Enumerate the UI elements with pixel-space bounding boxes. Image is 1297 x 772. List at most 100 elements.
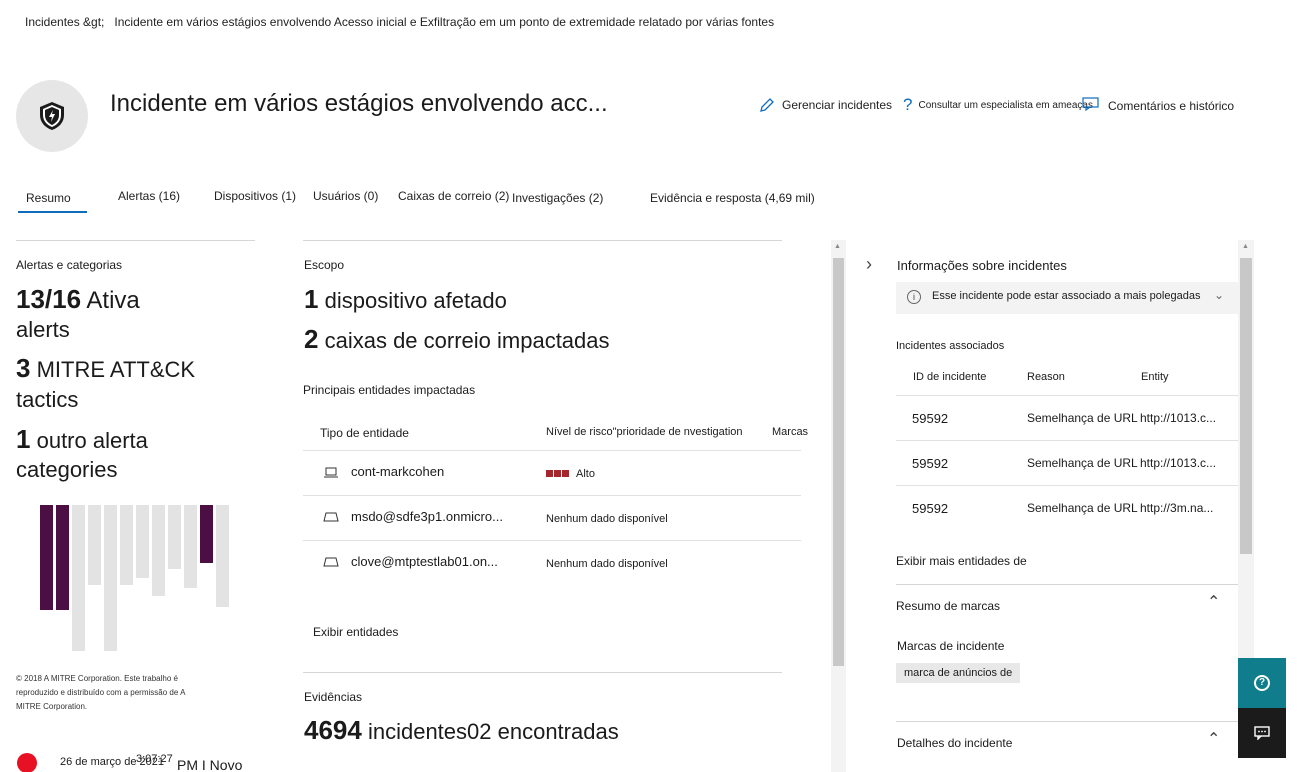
scrollbar-thumb[interactable] bbox=[833, 258, 844, 666]
divider bbox=[16, 240, 255, 241]
tab-mailboxes[interactable]: Caixas de correio (2) bbox=[398, 189, 509, 203]
mailboxes-count: 2 bbox=[304, 324, 319, 354]
col-tags[interactable]: Marcas bbox=[772, 426, 808, 438]
mitre-tactic-bar[interactable] bbox=[72, 505, 85, 651]
info-icon: i bbox=[907, 290, 921, 304]
page-title: Incidente em vários estágios envolvendo … bbox=[110, 90, 608, 117]
tab-evidence-response[interactable]: Evidência e resposta (4,69 mil) bbox=[650, 191, 815, 205]
chevron-right-icon[interactable]: › bbox=[866, 254, 872, 275]
side-panel-scrollbar[interactable]: ▲ bbox=[1238, 240, 1254, 660]
incident-id[interactable]: 59592 bbox=[912, 501, 948, 516]
mitre-tactic-bar[interactable] bbox=[200, 505, 213, 563]
scroll-up-icon[interactable]: ▲ bbox=[1242, 243, 1249, 250]
risk-label: Alto bbox=[576, 468, 595, 480]
divider bbox=[303, 672, 782, 673]
col-incident-id[interactable]: ID de incidente bbox=[913, 371, 986, 383]
mitre-copyright: © 2018 A MITRE Corporation. Este trabalh… bbox=[16, 674, 185, 711]
mailbox-icon bbox=[323, 557, 339, 567]
mitre-tactic-bar[interactable] bbox=[216, 505, 229, 607]
view-entities-link[interactable]: Exibir entidades bbox=[313, 625, 398, 639]
associated-incident-row[interactable]: 59592 Semelhança de URL http://3m.na... bbox=[896, 485, 1238, 530]
entity-name[interactable]: clove@mtptestlab01.on... bbox=[351, 554, 498, 569]
entity-row[interactable]: cont-markcohen Alto bbox=[303, 450, 801, 495]
tab-devices[interactable]: Dispositivos (1) bbox=[214, 189, 296, 203]
entity-row[interactable]: clove@mtptestlab01.on... Nenhum dado dis… bbox=[303, 540, 801, 585]
mitre-tactic-bar[interactable] bbox=[40, 505, 53, 610]
consult-expert-label: Consultar um especialista em ameaças bbox=[918, 99, 1093, 111]
entity-row[interactable]: msdo@sdfe3p1.onmicro... Nenhum dado disp… bbox=[303, 495, 801, 540]
feedback-button[interactable] bbox=[1238, 708, 1286, 758]
mitre-tactic-bar[interactable] bbox=[184, 505, 197, 588]
comments-history-button[interactable]: Comentários e histórico bbox=[1108, 99, 1234, 113]
help-icon: ? bbox=[1254, 675, 1270, 691]
comment-icon[interactable] bbox=[1082, 97, 1100, 111]
incident-time: 3:07:27 bbox=[136, 753, 173, 765]
risk-level: Alto bbox=[546, 468, 595, 480]
other-alert-stat: 1 outro alerta bbox=[16, 424, 148, 456]
tab-investigations[interactable]: Investigações (2) bbox=[512, 191, 603, 205]
active-alerts-count: 13/16 bbox=[16, 284, 82, 314]
scrollbar-thumb[interactable] bbox=[1240, 258, 1252, 554]
mailboxes-label: caixas de correio impactadas bbox=[324, 328, 610, 353]
mitre-tactic-bar[interactable] bbox=[120, 505, 133, 585]
pencil-icon bbox=[760, 98, 774, 112]
active-alerts-label2: alerts bbox=[16, 317, 70, 342]
incident-id[interactable]: 59592 bbox=[912, 456, 948, 471]
tags-summary-heading[interactable]: Resumo de marcas bbox=[896, 599, 1000, 613]
incident-avatar bbox=[16, 80, 88, 152]
entity-name[interactable]: msdo@sdfe3p1.onmicro... bbox=[351, 509, 503, 524]
other-alert-label2: categories bbox=[16, 457, 118, 482]
col-risk-level[interactable]: Nível de risco"prioridade de nvestigatio… bbox=[546, 426, 743, 438]
tab-alerts[interactable]: Alertas (16) bbox=[118, 189, 180, 203]
mitre-tactic-bar[interactable] bbox=[56, 505, 69, 610]
alerts-categories-heading: Alertas e categorias bbox=[16, 258, 123, 272]
mitre-tactic-bar[interactable] bbox=[136, 505, 149, 578]
incident-id[interactable]: 59592 bbox=[912, 411, 948, 426]
manage-incidents-label: Gerenciar incidentes bbox=[782, 98, 893, 112]
risk-label: Nenhum dado disponível bbox=[546, 558, 668, 570]
status-dot bbox=[17, 753, 37, 772]
col-reason[interactable]: Reason bbox=[1027, 371, 1065, 383]
mitre-tactic-bar[interactable] bbox=[152, 505, 165, 596]
scroll-up-icon[interactable]: ▲ bbox=[834, 243, 841, 250]
associated-incident-row[interactable]: 59592 Semelhança de URL http://1013.c... bbox=[896, 395, 1238, 440]
divider bbox=[303, 240, 782, 241]
tab-users[interactable]: Usuários (0) bbox=[313, 189, 378, 203]
manage-incidents-button[interactable]: Gerenciar incidentes bbox=[758, 96, 892, 114]
entity-name[interactable]: cont-markcohen bbox=[351, 464, 444, 479]
devices-label: dispositivo afetado bbox=[324, 288, 507, 313]
chevron-up-icon[interactable]: ⌃ bbox=[1207, 592, 1220, 612]
associated-incident-row[interactable]: 59592 Semelhança de URL http://1013.c... bbox=[896, 440, 1238, 485]
main-scrollbar[interactable]: ▲ bbox=[831, 240, 846, 772]
divider bbox=[896, 721, 1238, 722]
incident-tags-label: Marcas de incidente bbox=[897, 639, 1005, 653]
association-notice[interactable]: i Esse incidente pode estar associado a … bbox=[896, 282, 1238, 314]
tab-bar: Resumo Alertas (16) Dispositivos (1) Usu… bbox=[16, 186, 836, 214]
evidence-heading: Evidências bbox=[304, 690, 363, 704]
chevron-down-icon[interactable]: ⌄ bbox=[1214, 288, 1224, 302]
tab-summary[interactable]: Resumo bbox=[18, 191, 87, 213]
mailbox-icon bbox=[323, 512, 339, 522]
evidence-label: incidentes02 encontradas bbox=[367, 719, 619, 744]
mitre-tactics-chart bbox=[40, 505, 235, 651]
mitre-tactic-bar[interactable] bbox=[104, 505, 117, 651]
other-alert-label: outro alerta bbox=[36, 428, 148, 453]
evidence-count: 4694 bbox=[304, 715, 362, 745]
mitre-tactic-bar[interactable] bbox=[168, 505, 181, 569]
devices-affected-stat: 1 dispositivo afetado bbox=[304, 284, 507, 316]
col-entity-type[interactable]: Tipo de entidade bbox=[320, 426, 409, 440]
incident-entity: http://3m.na... bbox=[1140, 501, 1214, 515]
breadcrumb-root[interactable]: Incidentes &gt; bbox=[25, 15, 104, 29]
help-button[interactable]: ? bbox=[1238, 658, 1286, 708]
shield-lightning-icon bbox=[40, 102, 64, 130]
chevron-up-icon[interactable]: ⌃ bbox=[1207, 729, 1220, 749]
view-more-entities-link[interactable]: Exibir mais entidades de bbox=[896, 554, 1027, 568]
comments-history-label: Comentários e histórico bbox=[1108, 99, 1235, 113]
consult-expert-button[interactable]: ? Consultar um especialista em ameaças bbox=[903, 95, 1093, 115]
mitre-tactic-bar[interactable] bbox=[88, 505, 101, 585]
scope-heading: Escopo bbox=[304, 258, 345, 272]
col-entity[interactable]: Entity bbox=[1141, 371, 1169, 383]
incident-details-heading[interactable]: Detalhes do incidente bbox=[897, 736, 1012, 750]
incident-entity: http://1013.c... bbox=[1140, 456, 1217, 470]
notice-text: Esse incidente pode estar associado a ma… bbox=[932, 290, 1201, 302]
